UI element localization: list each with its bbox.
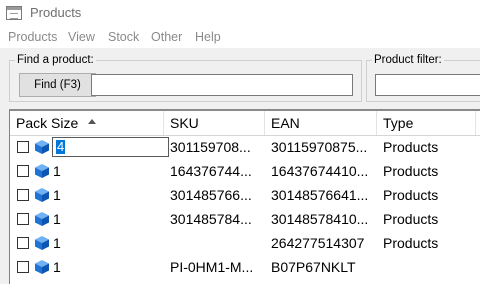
product-cube-icon — [34, 235, 50, 251]
menu-other[interactable]: Other — [151, 30, 182, 44]
cell-pack-size[interactable]: 1 — [53, 231, 153, 255]
table-row[interactable]: 1 PI-0HM1-M... B07P67NKLT — [10, 255, 480, 279]
menu-bar: Products View Stock Other Help — [0, 26, 480, 48]
window-icon — [6, 6, 22, 20]
products-window: Products Products View Stock Other Help … — [0, 0, 480, 284]
product-cube-icon — [34, 139, 50, 155]
row-checkbox[interactable] — [17, 213, 29, 225]
cell-pack-size[interactable]: 1 — [53, 183, 153, 207]
cell-ean[interactable]: 30148578410... — [271, 207, 375, 231]
column-header-type[interactable]: Type — [377, 111, 476, 135]
row-checkbox[interactable] — [17, 165, 29, 177]
cell-pack-size[interactable]: 1 — [53, 255, 153, 279]
product-cube-icon — [34, 259, 50, 275]
row-checkbox[interactable] — [17, 141, 29, 153]
cell-ean[interactable]: 264277514307 — [271, 231, 375, 255]
cell-sku[interactable]: 301485766... — [170, 183, 262, 207]
cell-ean[interactable]: 30148576641... — [271, 183, 375, 207]
product-filter-input[interactable] — [375, 74, 480, 96]
product-cube-icon — [34, 211, 50, 227]
column-header-label: Pack Size — [16, 115, 79, 131]
column-header-label: Type — [383, 115, 414, 131]
menu-help[interactable]: Help — [195, 30, 221, 44]
product-filter-label: Product filter: — [372, 54, 444, 67]
pack-size-edit-field[interactable]: 4 — [52, 137, 169, 157]
cell-pack-size[interactable]: 1 — [53, 207, 153, 231]
pack-size-edit-selection: 4 — [56, 139, 66, 154]
cell-sku[interactable]: 301159708... — [170, 135, 262, 159]
product-cube-icon — [34, 163, 50, 179]
menu-products[interactable]: Products — [8, 30, 57, 44]
cell-sku[interactable] — [170, 231, 262, 255]
table-row[interactable]: 1 301485784... 30148578410... Products — [10, 207, 480, 231]
table-row[interactable]: 1 164376744... 16437674410... Products — [10, 159, 480, 183]
product-filter-group: Product filter: — [366, 54, 480, 102]
cell-type[interactable]: Products — [383, 207, 473, 231]
cell-type[interactable] — [383, 255, 473, 279]
cell-sku[interactable]: 301485784... — [170, 207, 262, 231]
window-title: Products — [30, 5, 82, 20]
sort-ascending-icon — [88, 119, 96, 124]
menu-view[interactable]: View — [68, 30, 95, 44]
cell-ean[interactable]: 16437674410... — [271, 159, 375, 183]
row-checkbox[interactable] — [17, 237, 29, 249]
column-header-label: SKU — [170, 115, 199, 131]
table-row[interactable]: 1 264277514307 Products — [10, 231, 480, 255]
cell-sku[interactable]: PI-0HM1-M... — [170, 255, 262, 279]
cell-type[interactable]: Products — [383, 159, 473, 183]
table-row[interactable]: 4 301159708... 30115970875... Products — [10, 135, 480, 159]
cell-type[interactable]: Products — [383, 231, 473, 255]
column-header-sku[interactable]: SKU — [164, 111, 265, 135]
find-product-label: Find a product: — [15, 54, 96, 67]
title-bar: Products — [0, 0, 480, 26]
cell-ean[interactable]: B07P67NKLT — [271, 255, 375, 279]
cell-sku[interactable]: 164376744... — [170, 159, 262, 183]
find-button[interactable]: Find (F3) — [19, 73, 96, 97]
cell-type[interactable]: Products — [383, 135, 473, 159]
table-row[interactable]: 1 301485766... 30148576641... Products — [10, 183, 480, 207]
column-header-pack-size[interactable]: Pack Size — [10, 111, 164, 135]
find-product-input[interactable] — [91, 74, 353, 96]
cell-type[interactable]: Products — [383, 183, 473, 207]
row-checkbox[interactable] — [17, 261, 29, 273]
row-checkbox[interactable] — [17, 189, 29, 201]
cell-pack-size[interactable]: 1 — [53, 159, 153, 183]
column-header-label: EAN — [271, 115, 300, 131]
menu-stock[interactable]: Stock — [108, 30, 139, 44]
cell-ean[interactable]: 30115970875... — [271, 135, 375, 159]
column-header-ean[interactable]: EAN — [265, 111, 377, 135]
find-product-group: Find a product: Find (F3) — [9, 54, 362, 102]
product-cube-icon — [34, 187, 50, 203]
products-grid[interactable]: Pack Size SKU EAN Type 4 301159708... 3011… — [9, 111, 480, 284]
grid-header: Pack Size SKU EAN Type — [10, 111, 480, 136]
